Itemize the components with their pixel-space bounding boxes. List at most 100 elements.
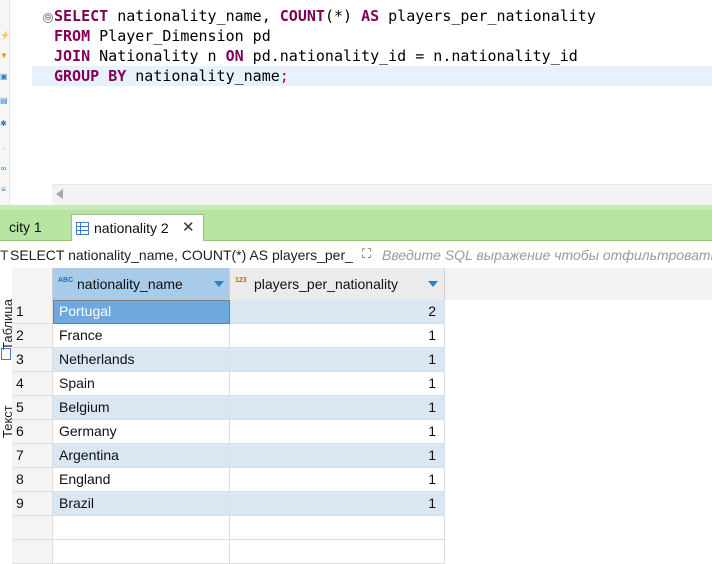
tab-label: city 1	[9, 219, 42, 235]
cell-players-count[interactable]: 1	[230, 492, 445, 516]
table-row[interactable]: 7 Argentina 1	[12, 444, 712, 468]
sort-dropdown-icon[interactable]	[214, 281, 224, 287]
table-row[interactable]: 2 France 1	[12, 324, 712, 348]
sql-keyword: BY	[108, 67, 127, 85]
code-line-4: GROUP BY nationality_name;	[32, 66, 712, 86]
side-tab-table[interactable]: Таблица	[0, 276, 12, 350]
horizontal-scrollbar[interactable]	[52, 184, 712, 205]
cell-nationality-name[interactable]: Belgium	[53, 396, 230, 420]
side-tab-text[interactable]: Текст	[0, 378, 12, 438]
cell-empty[interactable]	[53, 516, 230, 540]
sql-token: Player_Dimension pd	[90, 27, 271, 45]
cell-players-count[interactable]: 1	[230, 468, 445, 492]
row-number[interactable]: 5	[12, 396, 53, 420]
explain-icon[interactable]: ▣	[0, 73, 8, 81]
row-number[interactable]: 4	[12, 372, 53, 396]
sql-token: ;	[279, 67, 289, 85]
cell-empty[interactable]	[230, 540, 445, 564]
table-row[interactable]: 8 England 1	[12, 468, 712, 492]
cell-players-count[interactable]: 2	[230, 300, 445, 324]
table-row[interactable]: 6 Germany 1	[12, 420, 712, 444]
cell-players-count[interactable]: 1	[230, 396, 445, 420]
table-row[interactable]: 1 Portugal 2	[12, 300, 712, 324]
row-number[interactable]	[12, 540, 53, 564]
results-grid[interactable]: ABC nationality_name 123 players_per_nat…	[12, 268, 712, 564]
table-row[interactable]: 9 Brazil 1	[12, 492, 712, 516]
code-line-1: SELECT nationality_name, COUNT(*) AS pla…	[54, 6, 596, 26]
scroll-left-icon[interactable]	[56, 189, 63, 199]
sql-keyword: GROUP	[54, 67, 100, 85]
column-label: nationality_name	[77, 276, 183, 292]
sql-token: nationality_name	[126, 67, 280, 85]
table-row[interactable]: 4 Spain 1	[12, 372, 712, 396]
row-number[interactable]: 1	[12, 300, 53, 324]
cell-players-count[interactable]: 1	[230, 420, 445, 444]
empty-row[interactable]	[12, 540, 712, 564]
sql-keyword: JOIN	[54, 47, 91, 65]
column-header-nationality-name[interactable]: ABC nationality_name	[53, 268, 230, 301]
filter-bar: T SELECT nationality_name, COUNT(*) AS p…	[0, 241, 712, 269]
row-number-header[interactable]	[12, 268, 53, 301]
sql-keyword: COUNT	[279, 7, 325, 25]
row-number[interactable]: 3	[12, 348, 53, 372]
export-icon[interactable]: ≡	[0, 186, 7, 194]
history-icon[interactable]: ·	[0, 145, 7, 153]
filter-query-text: SELECT nationality_name, COUNT(*) AS pla…	[10, 247, 353, 263]
code-line-2: FROM Player_Dimension pd	[54, 26, 271, 46]
execute-script-icon[interactable]: ▼	[0, 52, 8, 60]
sql-keyword: ON	[225, 47, 244, 65]
close-icon[interactable]: ✕	[182, 215, 195, 241]
sql-keyword: FROM	[54, 27, 91, 45]
code-line-3: JOIN Nationality n ON pd.nationality_id …	[54, 46, 578, 66]
link-icon[interactable]: ∞	[0, 165, 7, 173]
row-number[interactable]: 8	[12, 468, 53, 492]
cell-nationality-name[interactable]: Netherlands	[53, 348, 230, 372]
column-header-players-per-nationality[interactable]: 123 players_per_nationality	[230, 268, 445, 301]
sort-dropdown-icon[interactable]	[428, 281, 438, 287]
format-icon[interactable]: ▤	[0, 97, 8, 105]
cell-empty[interactable]	[230, 516, 445, 540]
fold-toggle-icon[interactable]: ⊖	[43, 13, 53, 23]
tab-nationality-2[interactable]: nationality 2 ✕	[71, 214, 204, 241]
row-number[interactable]: 7	[12, 444, 53, 468]
sql-token: (*)	[324, 7, 362, 25]
empty-row[interactable]	[12, 516, 712, 540]
settings-icon[interactable]: ✱	[0, 120, 7, 128]
cell-nationality-name[interactable]: Germany	[53, 420, 230, 444]
row-number[interactable]: 2	[12, 324, 53, 348]
row-number[interactable]	[12, 516, 53, 540]
results-tab-bar: city 1 nationality 2 ✕	[0, 210, 712, 241]
sql-token: Nationality n	[90, 47, 226, 65]
sql-editor[interactable]: ⚡ ▼ ▣ ▤ ✱ · ∞ ≡ ⊖ SELECT nationality_nam…	[0, 0, 712, 207]
sql-token: nationality_name,	[108, 7, 280, 25]
cell-nationality-name[interactable]: Portugal	[53, 300, 230, 324]
filter-input[interactable]	[382, 244, 712, 266]
tab-city-1[interactable]: city 1	[0, 214, 75, 240]
column-label: players_per_nationality	[254, 276, 398, 292]
sql-token: players_per_nationality	[379, 7, 596, 25]
table-row[interactable]: 3 Netherlands 1	[12, 348, 712, 372]
cell-players-count[interactable]: 1	[230, 372, 445, 396]
cell-players-count[interactable]: 1	[230, 444, 445, 468]
expand-filter-icon[interactable]: ⛶	[362, 247, 376, 261]
cell-nationality-name[interactable]: Spain	[53, 372, 230, 396]
row-number[interactable]: 6	[12, 420, 53, 444]
sql-keyword: AS	[361, 7, 380, 25]
cell-nationality-name[interactable]: France	[53, 324, 230, 348]
table-view-icon[interactable]	[1, 348, 11, 360]
execute-icon[interactable]: ⚡	[0, 32, 10, 40]
editor-toolbar-strip: ⚡ ▼ ▣ ▤ ✱ · ∞ ≡	[0, 0, 10, 207]
grid-header: ABC nationality_name 123 players_per_nat…	[12, 268, 712, 301]
cell-players-count[interactable]: 1	[230, 324, 445, 348]
row-number[interactable]: 9	[12, 492, 53, 516]
table-row[interactable]: 5 Belgium 1	[12, 396, 712, 420]
filter-prefix: T	[0, 247, 9, 263]
cell-nationality-name[interactable]: Brazil	[53, 492, 230, 516]
numeric-type-icon: 123	[235, 277, 247, 284]
cell-nationality-name[interactable]: England	[53, 468, 230, 492]
cell-players-count[interactable]: 1	[230, 348, 445, 372]
cell-empty[interactable]	[53, 540, 230, 564]
cell-nationality-name[interactable]: Argentina	[53, 444, 230, 468]
code-area[interactable]: ⊖ SELECT nationality_name, COUNT(*) AS p…	[22, 4, 712, 184]
